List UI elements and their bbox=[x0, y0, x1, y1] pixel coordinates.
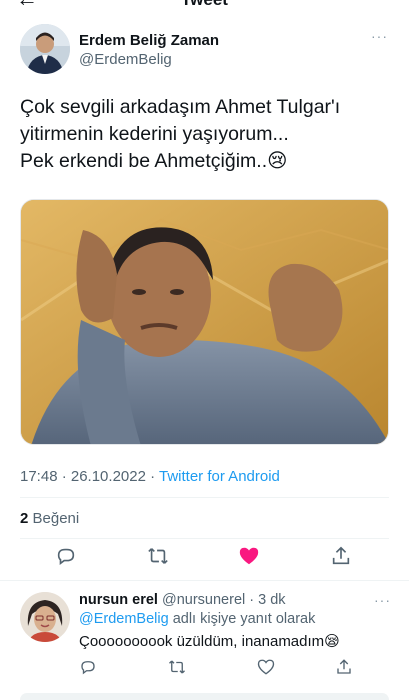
reply-share-icon[interactable] bbox=[335, 658, 353, 676]
reply-more-options-icon[interactable]: ··· bbox=[374, 592, 391, 608]
reply-to-suffix: adlı kişiye yanıt olarak bbox=[168, 611, 316, 627]
reply-header: nursun erel @nursunerel · 3 dk bbox=[79, 592, 286, 608]
reply-like-icon[interactable] bbox=[257, 658, 275, 676]
divider bbox=[20, 497, 389, 498]
likes-number: 2 bbox=[20, 510, 29, 527]
author-handle[interactable]: @ErdemBelig bbox=[79, 51, 172, 68]
top-navigation-bar: ← Tweet bbox=[0, 0, 409, 12]
like-icon-filled[interactable] bbox=[238, 545, 264, 571]
tweet-text-line: yitirmenin kederini yaşıyorum... bbox=[20, 123, 289, 145]
author-name[interactable]: Erdem Beliğ Zaman bbox=[79, 32, 219, 49]
retweet-icon[interactable] bbox=[146, 545, 172, 571]
share-icon[interactable] bbox=[330, 545, 356, 571]
tweet-source-link[interactable]: Twitter for Android bbox=[159, 468, 280, 485]
reply-actions bbox=[79, 658, 379, 678]
reply-tweet[interactable]: nursun erel @nursunerel · 3 dk ··· @Erde… bbox=[20, 590, 395, 690]
reply-retweet-icon[interactable] bbox=[167, 658, 185, 676]
reply-text: Çoooooooook üzüldüm, inanamadım😪 bbox=[79, 633, 340, 650]
more-options-icon[interactable]: ··· bbox=[371, 28, 388, 44]
tweet-author[interactable]: Erdem Beliğ Zaman @ErdemBelig ··· bbox=[20, 24, 390, 76]
likes-count[interactable]: 2 Beğeni bbox=[20, 510, 79, 527]
tweet-text-line: Çok sevgili arkadaşım Ahmet Tulgar'ı bbox=[20, 96, 341, 118]
tweet-time-date[interactable]: 17:48 · 26.10.2022 · bbox=[20, 468, 159, 485]
reply-reply-icon[interactable] bbox=[79, 658, 97, 676]
tweet-text-line: Pek erkendi be Ahmetçiğim..😢 bbox=[20, 150, 288, 172]
likes-label: Beğeni bbox=[32, 510, 80, 527]
author-avatar[interactable] bbox=[20, 24, 70, 74]
tweet-photo[interactable] bbox=[20, 199, 389, 445]
divider bbox=[0, 580, 409, 581]
reply-to-mention[interactable]: @ErdemBelig bbox=[79, 611, 169, 627]
reply-author-name[interactable]: nursun erel bbox=[79, 592, 158, 608]
tweet-text: Çok sevgili arkadaşım Ahmet Tulgar'ı yit… bbox=[20, 94, 395, 175]
page-title: Tweet bbox=[0, 0, 409, 10]
reply-compose-bar[interactable] bbox=[20, 693, 389, 700]
reply-handle-time[interactable]: @nursunerel · 3 dk bbox=[162, 592, 286, 608]
divider bbox=[20, 538, 389, 539]
reply-icon[interactable] bbox=[55, 545, 81, 571]
tweet-timestamp: 17:48 · 26.10.2022 · Twitter for Android bbox=[20, 468, 280, 485]
tweet-actions bbox=[20, 545, 389, 573]
reply-avatar[interactable] bbox=[20, 592, 70, 642]
replying-to: @ErdemBelig adlı kişiye yanıt olarak bbox=[79, 611, 315, 627]
